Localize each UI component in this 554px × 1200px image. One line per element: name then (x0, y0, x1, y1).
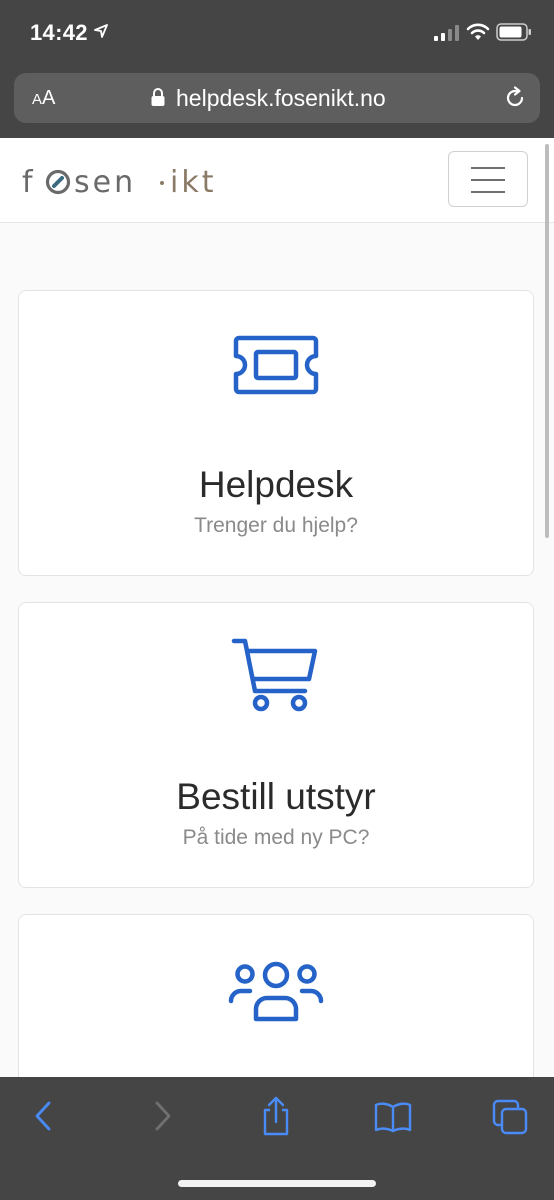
url-text[interactable]: helpdesk.fosenikt.no (176, 85, 386, 111)
hamburger-menu-button[interactable] (448, 151, 528, 207)
browser-chrome-top: 14:42 AA helpdesk.fosenikt.no (0, 0, 554, 138)
status-bar: 14:42 (0, 0, 554, 66)
order-equipment-card[interactable]: Bestill utstyr På tide med ny PC? (18, 602, 534, 888)
shopping-cart-icon (231, 638, 318, 712)
home-indicator[interactable] (178, 1180, 376, 1187)
card-subtitle: På tide med ny PC? (182, 826, 370, 849)
battery-icon (496, 23, 531, 41)
users-icon (228, 961, 324, 1022)
hamburger-icon-bar (471, 179, 505, 181)
site-header: f sen ikt (0, 138, 554, 223)
card-title: Helpdesk (198, 464, 354, 505)
hamburger-icon (471, 167, 505, 169)
wifi-icon (466, 23, 490, 40)
address-bar[interactable]: AA helpdesk.fosenikt.no (14, 73, 540, 123)
page-scrollbar[interactable] (545, 144, 549, 538)
ticket-icon (233, 335, 319, 395)
card-subtitle: Trenger du hjelp? (194, 514, 358, 537)
lock-icon (151, 88, 165, 106)
helpdesk-card[interactable]: Helpdesk Trenger du hjelp? (18, 290, 534, 576)
card-title: Bestill utstyr (176, 776, 376, 817)
share-icon[interactable] (260, 1095, 292, 1137)
svg-text:f: f (22, 166, 35, 200)
svg-text:ikt: ikt (170, 166, 216, 200)
cellular-signal-icon (434, 25, 459, 41)
bookmarks-icon[interactable] (373, 1101, 413, 1133)
fosen-ikt-logo[interactable]: f sen ikt (22, 166, 232, 200)
svg-text:sen: sen (74, 166, 136, 200)
text-size-button[interactable]: AA (32, 86, 55, 112)
forward-icon[interactable] (148, 1099, 176, 1133)
location-arrow-icon (94, 24, 108, 38)
back-icon[interactable] (30, 1099, 58, 1133)
tabs-icon[interactable] (492, 1099, 528, 1135)
reload-icon[interactable] (502, 85, 528, 111)
status-time: 14:42 (30, 20, 88, 45)
hamburger-icon-bar (471, 191, 505, 193)
